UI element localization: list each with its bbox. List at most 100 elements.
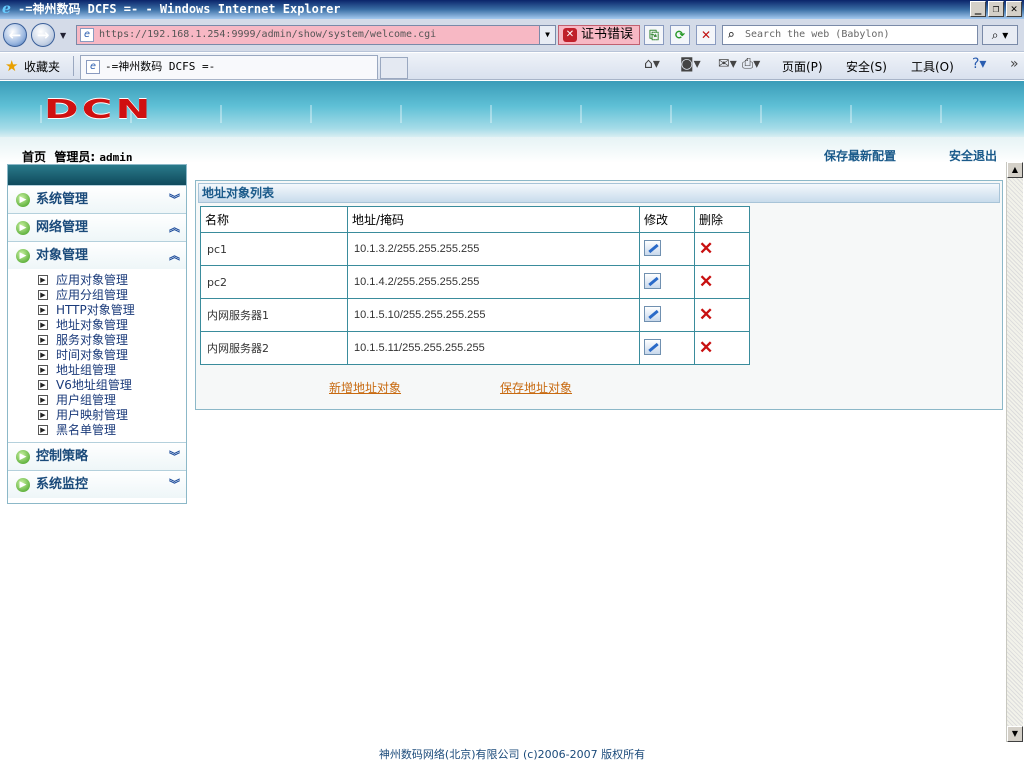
- sidebar-item-label: 时间对象管理: [56, 348, 129, 362]
- admin-name: admin: [99, 151, 133, 164]
- browser-tab[interactable]: e -=神州数码 DCFS =-: [80, 55, 378, 79]
- forward-button[interactable]: →: [31, 23, 55, 47]
- favorites-star-icon[interactable]: ★: [5, 57, 18, 75]
- column-header-delete: 删除: [694, 206, 750, 233]
- certificate-error-label: 证书错误: [581, 27, 634, 42]
- sidebar-group-network[interactable]: ▶ 网络管理 ︽: [8, 213, 186, 241]
- page-footer: 神州数码网络(北京)有限公司 (c)2006-2007 版权所有: [0, 744, 1024, 768]
- sidebar-item-label: HTTP对象管理: [56, 303, 135, 317]
- search-icon: ⌕: [727, 28, 735, 43]
- sidebar-group-objects[interactable]: ▶ 对象管理 ︽: [8, 241, 186, 269]
- object-name: 内网服务器1: [200, 298, 348, 332]
- sidebar-item-app-groups[interactable]: ▶ 应用分组管理: [38, 288, 186, 303]
- sidebar-group-system[interactable]: ▶ 系统管理 ︾: [8, 185, 186, 213]
- print-icon[interactable]: ⎙▾: [742, 56, 760, 72]
- sidebar-item-http-objects[interactable]: ▶ HTTP对象管理: [38, 303, 186, 318]
- edit-icon[interactable]: [644, 305, 661, 322]
- back-button[interactable]: ←: [3, 23, 27, 47]
- minimize-button[interactable]: _: [970, 1, 986, 17]
- go-arrow-icon: ▶: [16, 450, 30, 464]
- sidebar: ▶ 系统管理 ︾ ▶ 网络管理 ︽ ▶ 对象管理 ︽ ▶ 应用对象管理 ▶ 应用分组…: [7, 164, 187, 504]
- admin-label: 管理员:: [54, 150, 96, 164]
- stop-icon[interactable]: ✕: [696, 25, 716, 45]
- bullet-arrow-icon: ▶: [38, 410, 48, 420]
- mail-icon[interactable]: ✉▾: [718, 56, 737, 72]
- sidebar-item-label: V6地址组管理: [56, 378, 132, 392]
- command-bar: ★ 收藏夹 e -=神州数码 DCFS =- ⌂▾ ◙▾ ✉▾ ⎙▾ 页面(P)…: [0, 53, 1024, 80]
- favorites-button[interactable]: 收藏夹: [24, 58, 60, 75]
- address-url[interactable]: https://192.168.1.254:9999/admin/show/sy…: [99, 26, 436, 44]
- sidebar-item-address-objects[interactable]: ▶ 地址对象管理: [38, 318, 186, 333]
- page-icon: e: [80, 28, 94, 42]
- close-button[interactable]: ✕: [1006, 1, 1022, 17]
- table-row: 内网服务器1 10.1.5.10/255.255.255.255 ✕: [200, 298, 750, 332]
- sidebar-item-time-objects[interactable]: ▶ 时间对象管理: [38, 348, 186, 363]
- go-arrow-icon: ▶: [16, 221, 30, 235]
- sidebar-group-monitoring[interactable]: ▶ 系统监控 ︾: [8, 470, 186, 498]
- scroll-up-arrow-icon[interactable]: ▲: [1007, 162, 1023, 178]
- compatibility-icon[interactable]: ⎘: [644, 25, 664, 45]
- table-header-row: 名称 地址/掩码 修改 删除: [200, 206, 750, 233]
- address-dropdown-icon[interactable]: ▼: [539, 26, 555, 44]
- home-icon[interactable]: ⌂▾: [644, 56, 660, 72]
- vertical-scrollbar[interactable]: ▲ ▼: [1006, 162, 1023, 742]
- safety-menu[interactable]: 安全(S): [846, 58, 887, 75]
- sidebar-group-label: 控制策略: [36, 449, 89, 464]
- sidebar-item-v6-address-groups[interactable]: ▶ V6地址组管理: [38, 378, 186, 393]
- delete-icon[interactable]: ✕: [699, 273, 715, 290]
- chevron-down-icon[interactable]: ︾: [169, 186, 180, 214]
- certificate-error-button[interactable]: ✕ 证书错误: [558, 25, 640, 45]
- page-menu[interactable]: 页面(P): [782, 58, 823, 75]
- scroll-down-arrow-icon[interactable]: ▼: [1007, 726, 1023, 742]
- sidebar-group-label: 系统管理: [36, 192, 89, 207]
- edit-icon[interactable]: [644, 239, 661, 256]
- edit-icon[interactable]: [644, 272, 661, 289]
- sidebar-item-address-groups[interactable]: ▶ 地址组管理: [38, 363, 186, 378]
- feeds-icon[interactable]: ◙▾: [680, 56, 701, 72]
- bullet-arrow-icon: ▶: [38, 380, 48, 390]
- object-address: 10.1.3.2/255.255.255.255: [347, 232, 640, 266]
- help-icon[interactable]: ?▾: [972, 56, 986, 72]
- forward-arrow-icon: →: [36, 26, 50, 44]
- chevron-up-icon[interactable]: ︽: [169, 242, 180, 270]
- object-address: 10.1.4.2/255.255.255.255: [347, 265, 640, 299]
- address-field[interactable]: e https://192.168.1.254:9999/admin/show/…: [76, 25, 556, 45]
- chevron-down-icon[interactable]: ︾: [169, 471, 180, 499]
- refresh-icon[interactable]: ⟳: [670, 25, 690, 45]
- sidebar-item-label: 地址组管理: [56, 363, 117, 377]
- table-row: pc1 10.1.3.2/255.255.255.255 ✕: [200, 232, 750, 266]
- add-address-object-link[interactable]: 新增地址对象: [329, 379, 401, 396]
- delete-icon[interactable]: ✕: [699, 306, 715, 323]
- sidebar-item-service-objects[interactable]: ▶ 服务对象管理: [38, 333, 186, 348]
- bullet-arrow-icon: ▶: [38, 275, 48, 285]
- sidebar-item-user-mapping[interactable]: ▶ 用户映射管理: [38, 408, 186, 423]
- tools-menu[interactable]: 工具(O): [911, 58, 954, 75]
- sidebar-item-app-objects[interactable]: ▶ 应用对象管理: [38, 273, 186, 288]
- object-submenu: ▶ 应用对象管理 ▶ 应用分组管理 ▶ HTTP对象管理 ▶ 地址对象管理 ▶ 服务对象管…: [8, 269, 186, 442]
- save-address-object-link[interactable]: 保存地址对象: [500, 379, 572, 396]
- delete-icon[interactable]: ✕: [699, 339, 715, 356]
- home-link[interactable]: 首页: [22, 150, 46, 164]
- edit-icon[interactable]: [644, 338, 661, 355]
- go-arrow-icon: ▶: [16, 193, 30, 207]
- new-tab-button[interactable]: [380, 57, 408, 79]
- search-button[interactable]: ⌕ ▾: [982, 25, 1018, 45]
- chevron-up-icon[interactable]: ︽: [169, 214, 180, 242]
- sidebar-item-user-groups[interactable]: ▶ 用户组管理: [38, 393, 186, 408]
- more-chevron-icon[interactable]: »: [1010, 56, 1019, 72]
- chevron-down-icon[interactable]: ︾: [169, 443, 180, 471]
- tab-page-icon: e: [86, 60, 100, 74]
- column-header-address: 地址/掩码: [347, 206, 640, 233]
- go-arrow-icon: ▶: [16, 478, 30, 492]
- bullet-arrow-icon: ▶: [38, 350, 48, 360]
- recent-pages-dropdown-icon[interactable]: ▼: [60, 31, 66, 40]
- maximize-button[interactable]: ❐: [988, 1, 1004, 17]
- search-input[interactable]: ⌕ Search the web (Babylon): [722, 25, 978, 45]
- ie-logo-icon: e: [2, 1, 11, 17]
- shield-error-icon: ✕: [563, 28, 577, 42]
- sidebar-item-blacklist[interactable]: ▶ 黑名单管理: [38, 423, 186, 438]
- object-name: pc1: [200, 232, 348, 266]
- sidebar-group-label: 系统监控: [36, 477, 89, 492]
- delete-icon[interactable]: ✕: [699, 240, 715, 257]
- sidebar-group-control-policy[interactable]: ▶ 控制策略 ︾: [8, 442, 186, 470]
